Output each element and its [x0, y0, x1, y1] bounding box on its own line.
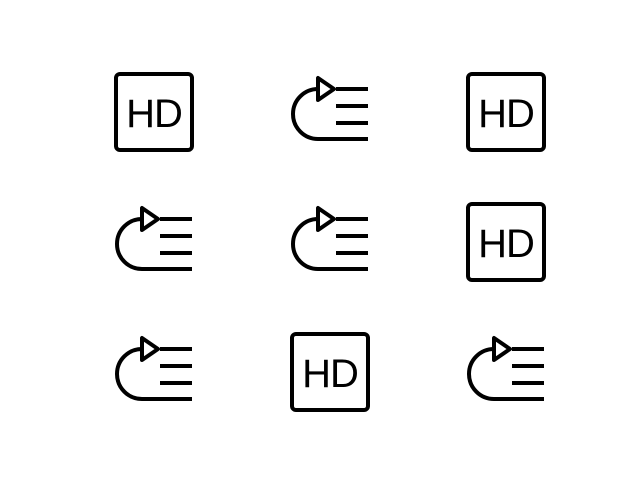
hd-label: HD: [478, 222, 534, 266]
replay-playlist-icon: [288, 200, 372, 284]
replay-playlist-icon: [288, 70, 372, 154]
hd-icon: HD: [112, 70, 196, 154]
replay-playlist-icon: [464, 330, 548, 414]
icon-grid: HD HD HD HD: [0, 0, 640, 480]
hd-icon: HD: [288, 330, 372, 414]
hd-icon: HD: [464, 200, 548, 284]
replay-playlist-icon: [112, 200, 196, 284]
hd-label: HD: [126, 92, 182, 136]
hd-icon: HD: [464, 70, 548, 154]
hd-label: HD: [478, 92, 534, 136]
replay-playlist-icon: [112, 330, 196, 414]
hd-label: HD: [302, 352, 358, 396]
